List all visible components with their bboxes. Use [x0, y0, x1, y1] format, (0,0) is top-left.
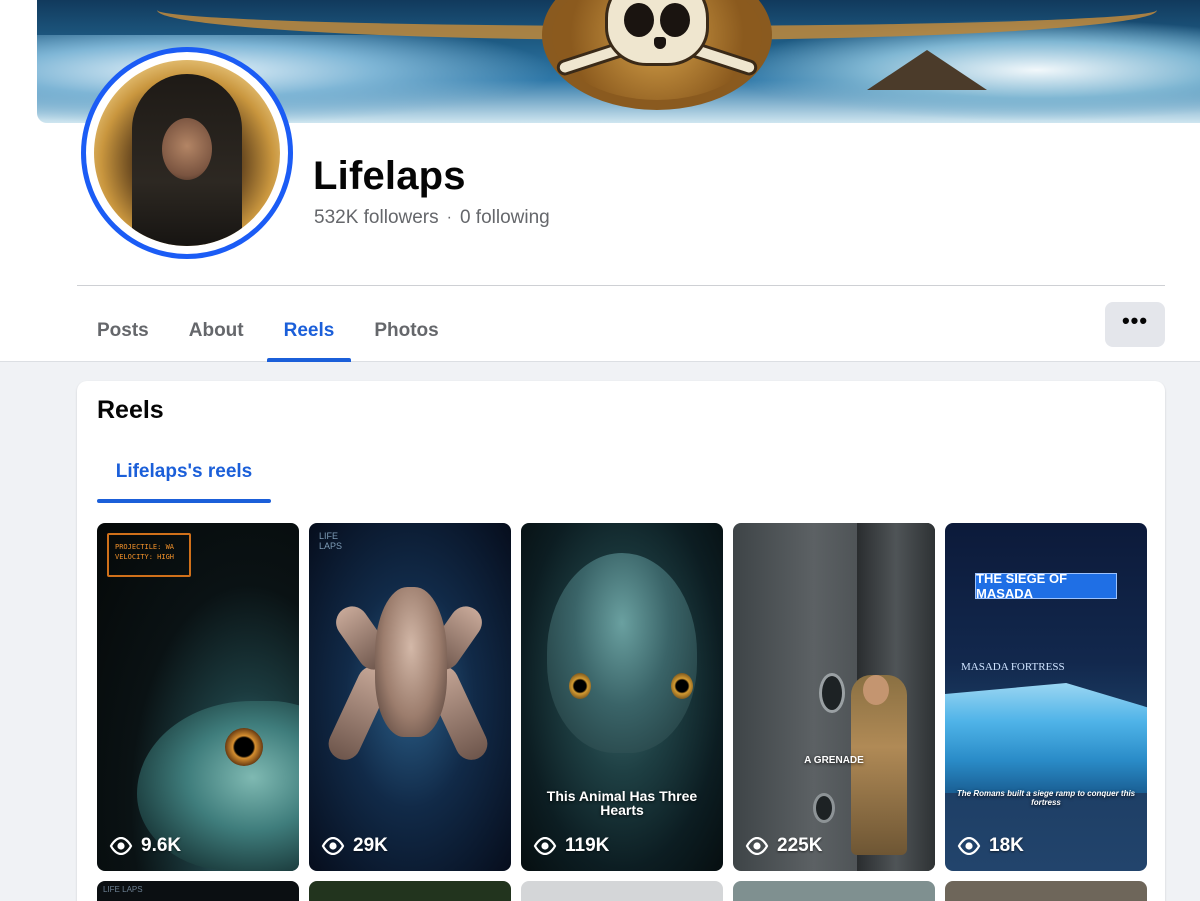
octopus-image: [547, 553, 697, 753]
hud-overlay: PROJECTILE: WA VELOCITY: HIGH: [107, 533, 191, 577]
avatar-face: [162, 118, 212, 180]
eye-icon: [321, 837, 345, 855]
cover-rock: [867, 50, 987, 90]
fish-eye: [225, 728, 263, 766]
view-count: 9.6K: [109, 835, 181, 857]
reel-thumbnail[interactable]: THE SIEGE OF MASADA MASADA FORTRESS The …: [945, 523, 1147, 871]
tab-lifelaps-reels[interactable]: Lifelaps's reels: [97, 441, 271, 503]
profile-avatar[interactable]: [94, 60, 280, 246]
followers-link[interactable]: 532K followers: [314, 207, 439, 229]
map-label: MASADA FORTRESS: [961, 661, 1065, 673]
header-divider: [77, 285, 1165, 286]
reel-caption: This Animal Has Three Hearts: [546, 788, 698, 818]
eye-icon: [533, 837, 557, 855]
more-options-button[interactable]: •••: [1105, 302, 1165, 347]
skull-nose: [654, 37, 666, 49]
reel-thumbnail[interactable]: [309, 881, 511, 901]
view-count-value: 18K: [989, 835, 1024, 856]
tab-photos[interactable]: Photos: [354, 300, 458, 362]
view-count: 119K: [533, 835, 609, 857]
skull: [605, 0, 709, 66]
skull-eye: [660, 3, 690, 37]
octopus-eye: [671, 673, 693, 699]
reel-thumbnail[interactable]: This Animal Has Three Hearts 119K: [521, 523, 723, 871]
reel-thumbnail[interactable]: [521, 881, 723, 901]
reels-grid-row-2: LIFE LAPS: [97, 881, 1147, 901]
view-count: 18K: [957, 835, 1024, 857]
reels-section-title: Reels: [97, 396, 164, 424]
reel-thumbnail[interactable]: LIFE LAPS: [97, 881, 299, 901]
eye-icon: [109, 837, 133, 855]
stats-separator: ·: [446, 209, 452, 226]
view-count-value: 119K: [565, 835, 610, 856]
brand-watermark: LIFE LAPS: [319, 531, 343, 551]
profile-name: Lifelaps: [313, 154, 466, 198]
skull-emblem: [527, 0, 787, 110]
eye-icon: [957, 837, 981, 855]
reel-caption: The Romans built a siege ramp to conquer…: [956, 789, 1136, 807]
reel-thumbnail[interactable]: LIFE LAPS 29K: [309, 523, 511, 871]
reel-title-banner: THE SIEGE OF MASADA: [975, 571, 1117, 601]
tab-posts[interactable]: Posts: [77, 300, 169, 362]
eye-icon: [745, 837, 769, 855]
tab-reels[interactable]: Reels: [264, 300, 355, 362]
view-count: 29K: [321, 835, 388, 857]
reel-caption: A GRENADE: [804, 755, 864, 766]
profile-avatar-ring[interactable]: [81, 47, 293, 259]
frog-image: [375, 587, 447, 737]
view-count: 225K: [745, 835, 822, 857]
profile-stats: 532K followers · 0 following: [314, 207, 550, 229]
reel-thumbnail[interactable]: [945, 881, 1147, 901]
reel-thumbnail[interactable]: PROJECTILE: WA VELOCITY: HIGH 9.6K: [97, 523, 299, 871]
view-count-value: 9.6K: [141, 835, 182, 856]
more-horizontal-icon: •••: [1121, 307, 1149, 333]
reels-grid: PROJECTILE: WA VELOCITY: HIGH 9.6K LIFE …: [97, 523, 1147, 871]
bunker-porthole: [813, 793, 835, 823]
following-link[interactable]: 0 following: [460, 207, 550, 229]
view-count-value: 225K: [777, 835, 823, 856]
profile-header: Lifelaps 532K followers · 0 following Po…: [0, 0, 1200, 362]
skull-eye: [624, 3, 654, 37]
reel-thumbnail[interactable]: A GRENADE 225K: [733, 523, 935, 871]
reels-card: Reels Lifelaps's reels PROJECTILE: WA VE…: [77, 381, 1165, 901]
tab-about[interactable]: About: [169, 300, 264, 362]
brand-watermark: LIFE LAPS: [103, 885, 143, 894]
view-count-value: 29K: [353, 835, 388, 856]
bunker-porthole: [819, 673, 845, 713]
fortress-terrain: [945, 683, 1147, 793]
reel-thumbnail[interactable]: [733, 881, 935, 901]
profile-tabs: Posts About Reels Photos: [77, 300, 459, 362]
soldier-head: [863, 675, 889, 705]
octopus-eye: [569, 673, 591, 699]
